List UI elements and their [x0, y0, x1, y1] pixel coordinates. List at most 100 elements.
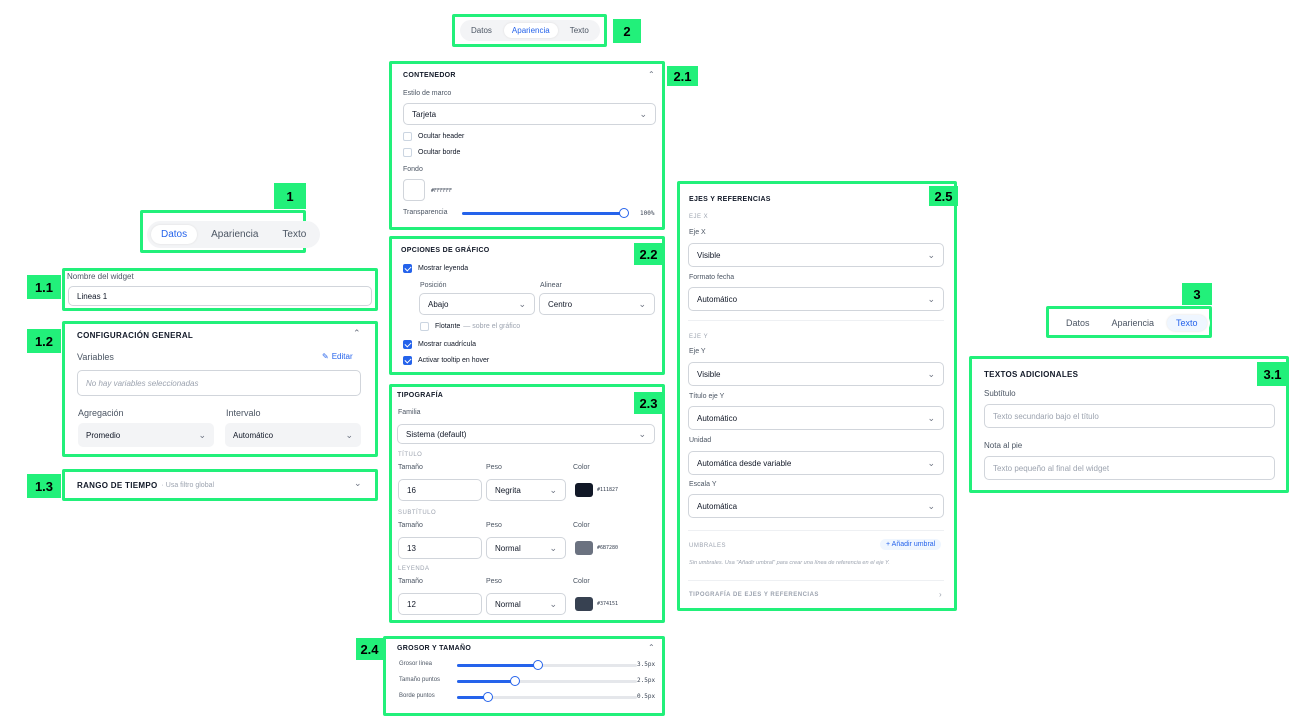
x-axis-select[interactable]: Visible ⌄	[688, 243, 944, 267]
tag-2-1: 2.1	[667, 66, 698, 86]
extra-texts-title: TEXTOS ADICIONALES	[984, 370, 1079, 379]
tab-datos[interactable]: Datos	[463, 23, 500, 38]
checkbox-icon	[403, 148, 412, 157]
size-slider[interactable]	[457, 676, 637, 686]
chevron-right-icon[interactable]: ›	[939, 590, 942, 599]
color-hex: #111827	[597, 487, 619, 493]
subtitle-input[interactable]: Texto secundario bajo el título	[984, 404, 1275, 428]
weight-value: Negrita	[495, 485, 521, 495]
frame-style-select[interactable]: Tarjeta ⌄	[403, 103, 656, 125]
size-input[interactable]: 12	[398, 593, 482, 615]
tab-texto[interactable]: Texto	[272, 225, 316, 244]
chevron-down-icon: ⌄	[927, 368, 935, 379]
x-axis-value: Visible	[697, 250, 721, 260]
position-value: Abajo	[428, 299, 449, 309]
weight-select[interactable]: Negrita ⌄	[486, 479, 566, 501]
family-select[interactable]: Sistema (default) ⌄	[397, 424, 655, 444]
floating-label: Flotante	[435, 323, 461, 330]
slider-value: 0.5px	[637, 693, 656, 700]
background-swatch[interactable]	[403, 179, 425, 201]
color-picker[interactable]: #374151	[575, 597, 618, 611]
slider-knob[interactable]	[619, 208, 629, 218]
chevron-down-icon[interactable]: ⌄	[354, 478, 362, 489]
hide-border-label: Ocultar borde	[418, 149, 461, 156]
background-label: Fondo	[403, 166, 423, 173]
color-picker[interactable]: #6B7280	[575, 541, 618, 555]
size-value: 16	[407, 485, 416, 495]
size-value: 13	[407, 543, 416, 553]
hide-border-checkbox[interactable]: Ocultar borde	[403, 148, 460, 157]
size-slider[interactable]	[457, 692, 637, 702]
slider-fill	[457, 680, 515, 683]
footnote-input[interactable]: Texto pequeño al final del widget	[984, 456, 1275, 480]
chevron-down-icon: ⌄	[638, 298, 646, 309]
tooltip-checkbox[interactable]: Activar tooltip en hover	[403, 356, 489, 365]
show-legend-checkbox[interactable]: Mostrar leyenda	[403, 264, 468, 273]
tab-datos[interactable]: Datos	[151, 225, 198, 244]
color-swatch	[575, 597, 593, 611]
y-title-select[interactable]: Automático ⌄	[688, 406, 944, 430]
tag-1-1: 1.1	[27, 275, 61, 299]
add-threshold-button[interactable]: + Añadir umbral	[880, 539, 942, 550]
size-input[interactable]: 13	[398, 537, 482, 559]
slider-value: 3.5px	[637, 661, 656, 668]
widget-name-input[interactable]: Lineas 1	[68, 286, 372, 306]
subtitle-placeholder: Texto secundario bajo el título	[993, 411, 1099, 421]
chevron-up-icon[interactable]: ⌃	[648, 643, 655, 652]
thresholds-title: UMBRALES	[689, 543, 727, 549]
floating-checkbox[interactable]: Flotante — sobre el gráfico	[420, 322, 520, 331]
align-select[interactable]: Centro ⌄	[539, 293, 655, 315]
unit-select[interactable]: Automática desde variable ⌄	[688, 451, 944, 475]
tab-texto[interactable]: Texto	[562, 23, 597, 38]
date-format-select[interactable]: Automático ⌄	[688, 287, 944, 311]
transparency-slider[interactable]	[462, 208, 629, 218]
color-picker[interactable]: #111827	[575, 483, 618, 497]
tag-1-2: 1.2	[27, 329, 61, 353]
tab-apariencia[interactable]: Apariencia	[1103, 315, 1164, 331]
show-grid-checkbox[interactable]: Mostrar cuadrícula	[403, 340, 476, 349]
pencil-icon: ✎	[322, 352, 329, 361]
weight-select[interactable]: Normal ⌄	[486, 537, 566, 559]
slider-label: Borde puntos	[399, 693, 435, 699]
transparency-label: Transparencia	[403, 209, 448, 216]
tab-texto[interactable]: Texto	[1167, 315, 1207, 331]
slider-knob[interactable]	[533, 660, 543, 670]
edit-variables-button[interactable]: ✎ Editar	[322, 352, 353, 361]
axes-typography-row[interactable]: TIPOGRAFÍA DE EJES Y REFERENCIAS	[689, 592, 819, 598]
color-label: Color	[573, 578, 590, 585]
y-title-label: Título eje Y	[689, 393, 725, 400]
position-select[interactable]: Abajo ⌄	[419, 293, 535, 315]
weight-label: Peso	[486, 578, 502, 585]
color-swatch	[575, 541, 593, 555]
family-label: Familia	[398, 409, 421, 416]
scale-select[interactable]: Automática ⌄	[688, 494, 944, 518]
hide-header-checkbox[interactable]: Ocultar header	[403, 132, 464, 141]
time-range-header[interactable]: RANGO DE TIEMPO · Usa filtro global	[77, 481, 214, 490]
chevron-up-icon[interactable]: ⌃	[353, 328, 361, 339]
chevron-down-icon: ⌄	[639, 108, 647, 119]
scale-value: Automática	[697, 501, 738, 511]
interval-value: Automático	[233, 430, 274, 440]
x-axis-label: Eje X	[689, 229, 706, 236]
aggregation-select[interactable]: Promedio ⌄	[78, 423, 214, 447]
size-input[interactable]: 16	[398, 479, 482, 501]
chevron-up-icon[interactable]: ⌃	[648, 70, 655, 79]
tab-datos[interactable]: Datos	[1057, 315, 1099, 331]
weight-value: Normal	[495, 543, 521, 553]
interval-select[interactable]: Automático ⌄	[225, 423, 361, 447]
typography-title: TIPOGRAFÍA	[397, 392, 444, 399]
slider-knob[interactable]	[483, 692, 493, 702]
color-label: Color	[573, 464, 590, 471]
y-axis-select[interactable]: Visible ⌄	[688, 362, 944, 386]
slider-knob[interactable]	[510, 676, 520, 686]
transparency-value: 100%	[640, 210, 655, 217]
tag-2-5: 2.5	[929, 186, 958, 206]
tab-apariencia[interactable]: Apariencia	[201, 225, 268, 244]
config-general-title: CONFIGURACIÓN GENERAL	[77, 331, 194, 340]
variables-box[interactable]: No hay variables seleccionadas	[77, 370, 361, 396]
size-slider[interactable]	[457, 660, 637, 670]
slider-label: Grosor línea	[399, 661, 433, 667]
weight-select[interactable]: Normal ⌄	[486, 593, 566, 615]
tab-apariencia[interactable]: Apariencia	[503, 23, 558, 38]
weight-label: Peso	[486, 464, 502, 471]
